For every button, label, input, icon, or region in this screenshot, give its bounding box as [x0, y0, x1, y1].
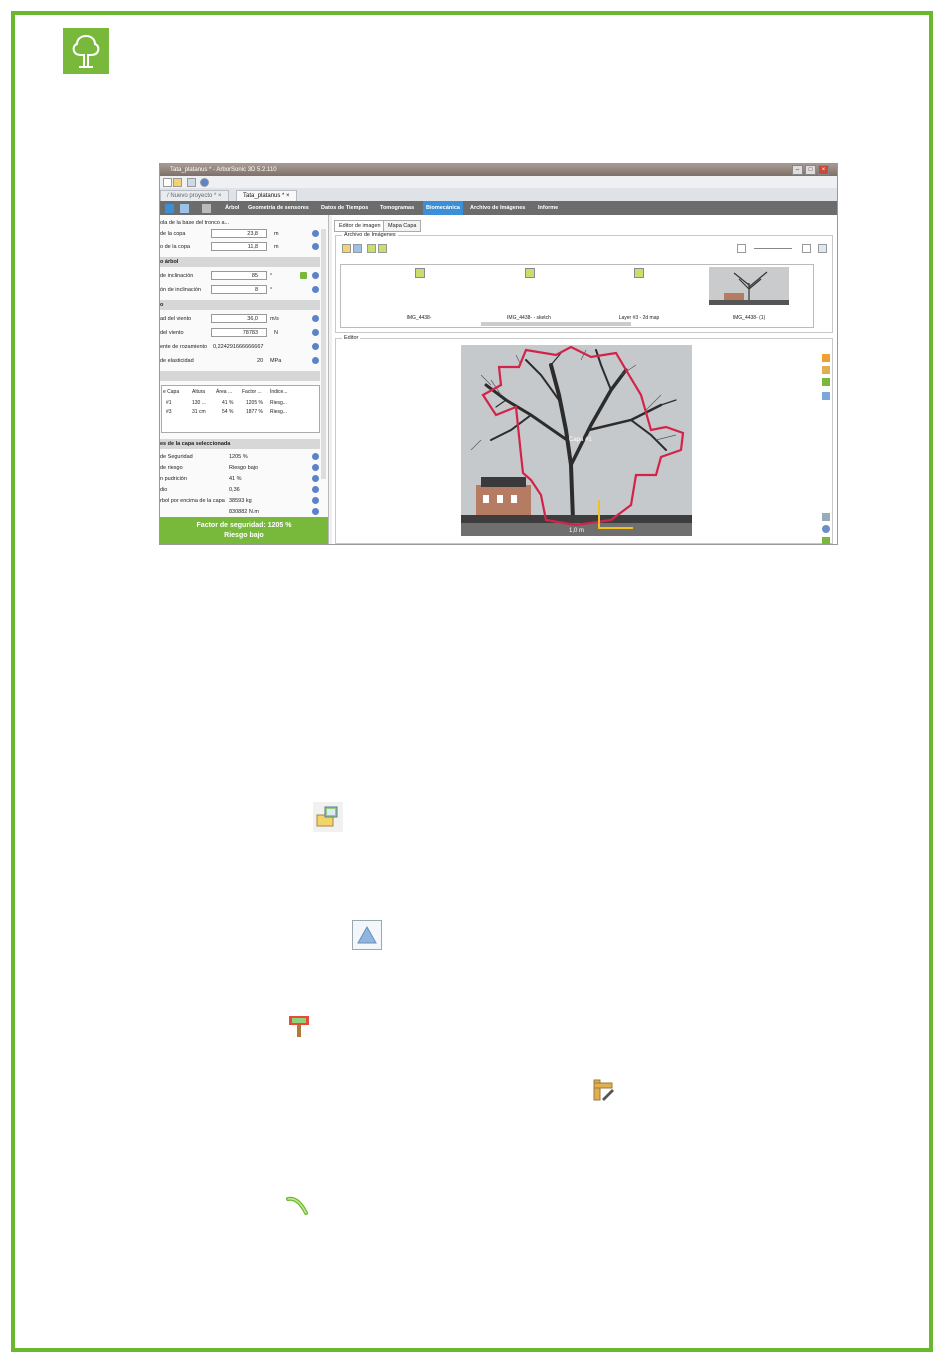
- biomechanics-panel: ola de la base del tronco a... de la cop…: [160, 215, 329, 544]
- image-editor-panel: Editor de imagen Mapa Capa Archivo de Im…: [332, 215, 837, 544]
- help-icon[interactable]: [312, 230, 319, 237]
- tool-icon[interactable]: [180, 204, 189, 213]
- tree-marker-icon: [287, 1013, 311, 1039]
- add-image-icon[interactable]: [342, 244, 351, 253]
- measure-edit-icon[interactable]: [822, 366, 830, 374]
- minimize-button[interactable]: –: [792, 165, 803, 175]
- menu-datos-tiempos[interactable]: Datos de Tiempos: [321, 201, 368, 215]
- row-carga-viento: del viento 78783 N: [160, 327, 320, 339]
- window-title: Tata_platanus * - ArborSonic 3D 5.2.110: [170, 167, 277, 173]
- section-arbol: o árbol: [160, 257, 320, 267]
- menu-geometria[interactable]: Geometría de sensores: [248, 201, 309, 215]
- row-altura-copa: de la copa 23,8 m: [160, 228, 320, 240]
- help-icon[interactable]: [312, 286, 319, 293]
- help-icon[interactable]: [312, 329, 319, 336]
- left-scrollbar[interactable]: [321, 229, 326, 479]
- help-icon[interactable]: [312, 343, 319, 350]
- tab-editor-imagen[interactable]: Editor de imagen: [334, 220, 386, 232]
- triangle-mode-icon[interactable]: [818, 244, 827, 253]
- help-icon[interactable]: [312, 475, 319, 482]
- project-tabs: / Nuevo proyecto * × Tata_platanus * ×: [160, 188, 837, 201]
- direccion-inclinacion-input[interactable]: 8: [211, 285, 267, 294]
- zoom-icon[interactable]: [822, 513, 830, 521]
- maximize-button[interactable]: □: [805, 165, 816, 175]
- software-screenshot: Tata_platanus * - ArborSonic 3D 5.2.110 …: [159, 163, 838, 545]
- close-button[interactable]: ×: [818, 165, 829, 175]
- tab-tata-platanus[interactable]: Tata_platanus * ×: [236, 190, 297, 201]
- triangle-mode-icon: [352, 920, 382, 950]
- row-direccion-inclinacion: ón de inclinación 8 °: [160, 284, 320, 296]
- help-icon[interactable]: [312, 272, 319, 279]
- row-angulo-inclinacion: de inclinación 85 °: [160, 270, 320, 282]
- help-icon[interactable]: [312, 464, 319, 471]
- export-image-icon[interactable]: [367, 244, 376, 253]
- thumb-scrollbar[interactable]: [481, 322, 631, 326]
- eye-icon[interactable]: [822, 525, 830, 533]
- carga-viento-input[interactable]: 78783: [211, 328, 267, 337]
- row-velocidad-viento: ad del viento 36,0 m/s: [160, 313, 320, 325]
- help-menu-icon[interactable]: [200, 178, 209, 187]
- velocidad-viento-input[interactable]: 36,0: [211, 314, 267, 323]
- altura-copa-input[interactable]: 23,8: [211, 229, 267, 238]
- image-thumb-icon[interactable]: [415, 268, 425, 278]
- row-ancho-copa: o de la copa 11,8 m: [160, 241, 320, 253]
- row-rozamiento: ente de rozamiento 0,224291666666667: [160, 341, 320, 353]
- help-icon[interactable]: [312, 315, 319, 322]
- zoom-in-icon[interactable]: [802, 244, 811, 253]
- section-capas: [160, 371, 320, 381]
- row-elasticidad: de elasticidad 20 MPa: [160, 355, 320, 367]
- open-icon[interactable]: [173, 178, 182, 187]
- layer-overlay-label: Capa #1: [569, 437, 592, 443]
- load-image-icon: [313, 802, 343, 832]
- menu-informe[interactable]: Informe: [538, 201, 558, 215]
- zoom-out-icon[interactable]: [737, 244, 746, 253]
- measure-edit-icon: [591, 1077, 617, 1103]
- zoom-slider[interactable]: [754, 248, 792, 249]
- section-capa-seleccionada: es de la capa seleccionada: [160, 439, 320, 449]
- save-icon[interactable]: [202, 204, 211, 213]
- help-icon[interactable]: [312, 357, 319, 364]
- help-icon[interactable]: [312, 508, 319, 515]
- main-menu: Árbol Geometría de sensores Datos de Tie…: [160, 201, 837, 215]
- help-icon[interactable]: [312, 243, 319, 250]
- wrench-icon[interactable]: [187, 178, 196, 187]
- section-viento: o: [160, 300, 320, 310]
- grid-icon[interactable]: [165, 204, 174, 213]
- window-titlebar: Tata_platanus * - ArborSonic 3D 5.2.110 …: [160, 164, 837, 176]
- menu-biomecanica[interactable]: Biomecánica: [423, 201, 463, 215]
- angulo-inclinacion-input[interactable]: 85: [211, 271, 267, 280]
- curve-tool-icon: [284, 1193, 310, 1219]
- tree-logo-icon: [63, 28, 109, 74]
- new-icon[interactable]: [163, 178, 172, 187]
- ancho-copa-input[interactable]: 11,8: [211, 242, 267, 251]
- curve-tool-icon[interactable]: [822, 378, 830, 386]
- help-icon[interactable]: [312, 497, 319, 504]
- help-icon[interactable]: [312, 453, 319, 460]
- scale-label: 1,0 m: [569, 528, 585, 534]
- help-icon[interactable]: [312, 486, 319, 493]
- tab-nuevo-proyecto[interactable]: / Nuevo proyecto * ×: [160, 190, 229, 201]
- tab-mapa-capa[interactable]: Mapa Capa: [383, 220, 422, 232]
- safety-factor-banner: Factor de seguridad: 1205 % Riesgo bajo: [160, 517, 328, 544]
- map-thumb-icon[interactable]: [634, 268, 644, 278]
- leaf-icon[interactable]: [822, 537, 830, 544]
- tree-photo[interactable]: Capa #1 1,0 m: [461, 345, 692, 536]
- menu-archivo-imagenes[interactable]: Archivo de Imágenes: [470, 201, 525, 215]
- delete-image-icon[interactable]: [378, 244, 387, 253]
- copy-image-icon[interactable]: [353, 244, 362, 253]
- tree-marker-icon[interactable]: [822, 354, 830, 362]
- photo-thumbnail[interactable]: [709, 267, 789, 305]
- sketch-thumb-icon[interactable]: [525, 268, 535, 278]
- thumbnail-strip: IMG_4438- IMG_4438- - sketch Layer #3 - …: [340, 264, 814, 328]
- menu-tomogramas[interactable]: Tomogramas: [380, 201, 414, 215]
- menu-arbol[interactable]: Árbol: [225, 201, 239, 215]
- layers-table: e Capa Altura Área ... Factor ... Índice…: [161, 385, 320, 433]
- curve-tool-icon[interactable]: [300, 272, 307, 279]
- copy-layer-icon[interactable]: [822, 392, 830, 400]
